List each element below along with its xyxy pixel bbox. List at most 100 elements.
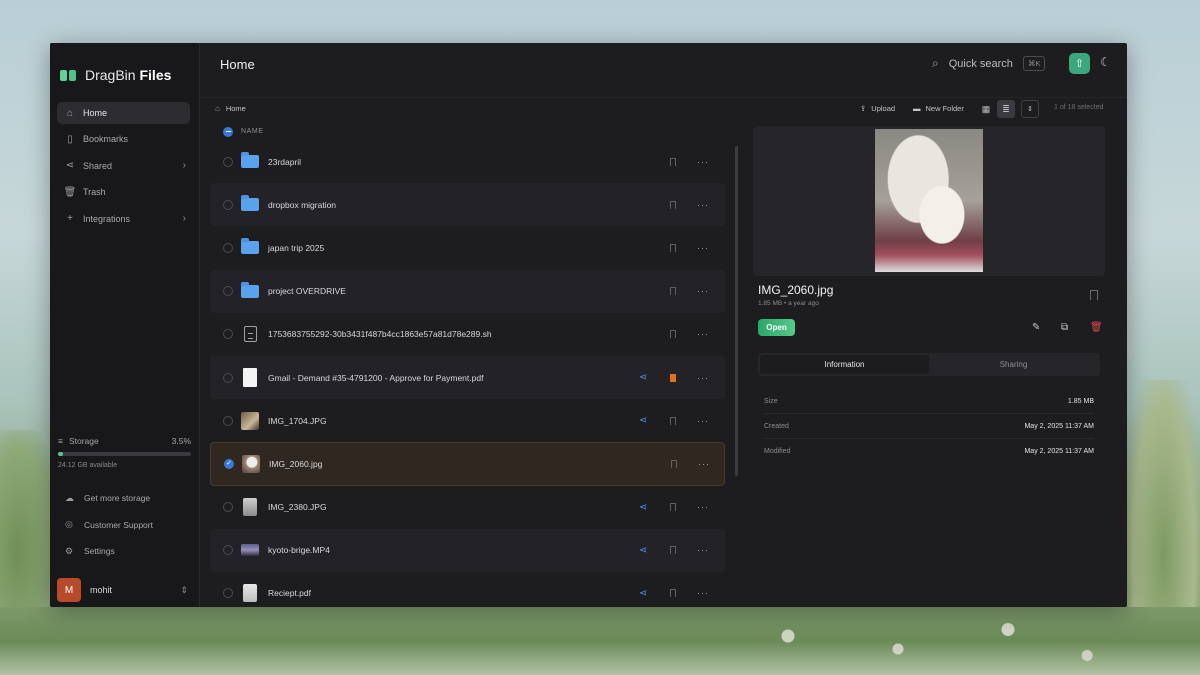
- details-tabs: Information Sharing: [758, 353, 1100, 376]
- theme-toggle-moon-icon[interactable]: ☾: [1100, 55, 1111, 69]
- bookmark-icon[interactable]: [671, 459, 677, 468]
- tab-information[interactable]: Information: [760, 355, 929, 374]
- share-icon[interactable]: ⋖: [639, 415, 647, 426]
- share-icon[interactable]: ⋖: [639, 502, 647, 513]
- trash-icon: 🗑: [63, 186, 77, 198]
- sidebar-item-home[interactable]: ⌂ Home: [57, 102, 190, 124]
- more-options-icon[interactable]: ···: [697, 416, 709, 426]
- customer-support-link[interactable]: ◎ Customer Support: [58, 512, 191, 539]
- row-checkbox[interactable]: [223, 242, 233, 253]
- more-options-icon[interactable]: ···: [697, 545, 709, 555]
- breadcrumb-item: Home: [225, 104, 246, 113]
- file-name: Reciept.pdf: [268, 588, 311, 599]
- upload-button[interactable]: ⇪ Upload: [860, 104, 895, 113]
- more-options-icon[interactable]: ···: [697, 243, 709, 253]
- list-scrollbar[interactable]: [735, 146, 738, 476]
- brand[interactable]: DragBin Files: [50, 43, 199, 91]
- sidebar-item-label: Trash: [83, 187, 106, 198]
- storage-bar: [58, 452, 191, 456]
- get-more-storage-link[interactable]: ☁ Get more storage: [58, 485, 191, 512]
- more-options-icon[interactable]: ···: [697, 157, 709, 167]
- more-options-icon[interactable]: ···: [697, 329, 709, 339]
- more-options-icon[interactable]: ···: [697, 588, 709, 598]
- image-thumbnail: [241, 498, 259, 517]
- bookmark-icon[interactable]: [670, 243, 676, 252]
- grid-view-button[interactable]: ▦: [977, 100, 995, 118]
- dragbin-logo-icon: [60, 69, 76, 81]
- table-row[interactable]: Reciept.pdf ⋖ ···: [210, 572, 725, 607]
- link-label: Settings: [84, 546, 115, 557]
- sidebar-item-label: Shared: [83, 160, 113, 171]
- delete-trash-icon[interactable]: 🗑: [1090, 322, 1103, 333]
- bookmark-icon[interactable]: [670, 287, 676, 296]
- info-label: Modified: [764, 448, 791, 455]
- more-options-icon[interactable]: ···: [697, 373, 709, 383]
- file-name: dropbox migration: [268, 199, 337, 210]
- share-icon[interactable]: ⋖: [639, 372, 647, 383]
- bookmark-icon[interactable]: [670, 416, 676, 425]
- share-icon[interactable]: ⋖: [639, 545, 647, 556]
- bookmark-filled-icon[interactable]: [670, 373, 676, 382]
- bookmark-icon[interactable]: [670, 589, 676, 598]
- preview-file-meta: 1.85 MB • a year ago: [758, 300, 819, 307]
- breadcrumb[interactable]: ⌂ Home: [215, 104, 246, 113]
- cloud-upload-icon: ⇧: [1074, 58, 1085, 70]
- row-checkbox[interactable]: [224, 458, 234, 469]
- list-view-button[interactable]: ≣: [997, 100, 1015, 118]
- new-folder-button[interactable]: ▬ New Folder: [913, 104, 964, 113]
- sidebar-item-trash[interactable]: 🗑 Trash: [57, 181, 190, 203]
- settings-link[interactable]: ⚙ Settings: [58, 538, 191, 565]
- support-icon: ◎: [65, 519, 73, 530]
- table-row[interactable]: project OVERDRIVE ···: [210, 269, 725, 313]
- user-menu[interactable]: M mohit ⇕: [50, 573, 200, 607]
- table-row[interactable]: 23rdapril ···: [210, 140, 725, 183]
- more-options-icon[interactable]: ···: [698, 459, 710, 469]
- image-thumbnail: [241, 411, 259, 430]
- column-name[interactable]: NAME: [241, 128, 264, 135]
- bookmark-icon[interactable]: [670, 200, 676, 209]
- row-checkbox[interactable]: [223, 372, 233, 383]
- bookmark-icon[interactable]: [670, 157, 676, 166]
- row-checkbox[interactable]: [223, 588, 233, 599]
- file-name: japan trip 2025: [268, 242, 325, 253]
- table-row-selected[interactable]: IMG_2060.jpg ···: [210, 442, 725, 486]
- info-value: 1.85 MB: [1067, 397, 1094, 405]
- table-row[interactable]: japan trip 2025 ···: [210, 226, 725, 269]
- row-checkbox[interactable]: [223, 502, 233, 513]
- more-options-icon[interactable]: ···: [697, 200, 709, 210]
- row-checkbox[interactable]: [223, 545, 233, 556]
- open-button[interactable]: Open: [758, 319, 795, 336]
- more-options-icon[interactable]: ···: [697, 286, 709, 296]
- tab-sharing[interactable]: Sharing: [929, 355, 1098, 374]
- sidebar-item-shared[interactable]: ⋖ Shared ›: [57, 155, 190, 177]
- home-icon: ⌂: [215, 104, 220, 113]
- sidebar-item-integrations[interactable]: + Integrations ›: [57, 208, 190, 230]
- share-icon[interactable]: ⋖: [639, 588, 647, 599]
- quick-search[interactable]: ⌕ Quick search ⌘K: [932, 56, 1046, 71]
- select-all-checkbox[interactable]: [223, 126, 233, 137]
- table-row[interactable]: 1753683755292-30b3431f487b4cc1863e57a81d…: [210, 313, 725, 356]
- table-row[interactable]: Gmail - Demand #35-4791200 - Approve for…: [210, 355, 725, 400]
- row-checkbox[interactable]: [223, 329, 233, 340]
- bookmark-icon[interactable]: [670, 546, 676, 555]
- upload-cloud-button[interactable]: ⇧: [1069, 53, 1090, 74]
- bookmark-icon[interactable]: [670, 503, 676, 512]
- table-row[interactable]: IMG_2380.JPG ⋖ ···: [210, 486, 725, 529]
- row-checkbox[interactable]: [223, 415, 233, 426]
- copy-icon[interactable]: ⧉: [1061, 322, 1068, 333]
- row-checkbox[interactable]: [223, 286, 233, 297]
- bookmark-icon[interactable]: [670, 330, 676, 339]
- cloud-icon: ☁: [65, 492, 74, 503]
- row-checkbox[interactable]: [223, 199, 233, 210]
- sidebar-item-bookmarks[interactable]: ▯ Bookmarks: [57, 128, 190, 150]
- edit-pencil-icon[interactable]: ✎: [1032, 322, 1040, 333]
- row-checkbox[interactable]: [223, 156, 233, 167]
- more-options-icon[interactable]: ···: [697, 502, 709, 512]
- sort-button[interactable]: ⇕: [1021, 100, 1039, 118]
- bookmark-icon[interactable]: [1090, 290, 1098, 300]
- table-row[interactable]: dropbox migration ···: [210, 183, 725, 227]
- table-row[interactable]: IMG_1704.JPG ⋖ ···: [210, 399, 725, 442]
- table-row[interactable]: kyoto-brige.MP4 ⋖ ···: [210, 528, 725, 572]
- bookmark-icon: ▯: [67, 133, 73, 145]
- file-name: Gmail - Demand #35-4791200 - Approve for…: [268, 372, 484, 383]
